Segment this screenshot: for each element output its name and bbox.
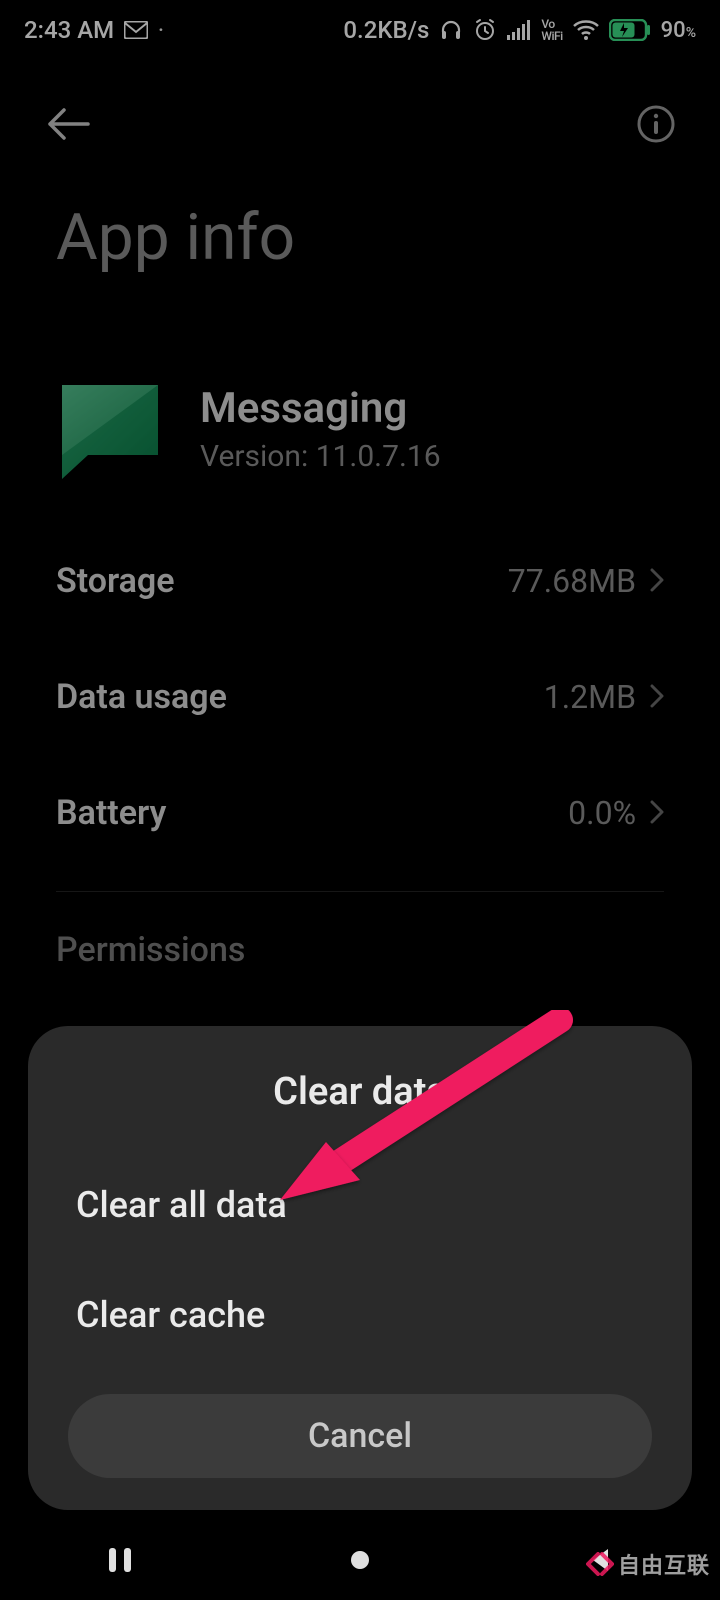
clear-data-dialog: Clear data Clear all data Clear cache Ca… — [28, 1026, 692, 1510]
clear-all-data-option[interactable]: Clear all data — [68, 1150, 652, 1260]
cancel-button[interactable]: Cancel — [68, 1394, 652, 1478]
watermark-text: 自由互联 — [618, 1548, 710, 1580]
dialog-title: Clear data — [68, 1070, 652, 1114]
clear-cache-option[interactable]: Clear cache — [68, 1260, 652, 1370]
watermark-icon — [586, 1552, 614, 1576]
recents-icon — [109, 1548, 131, 1572]
watermark: 自由互联 — [586, 1548, 710, 1580]
home-icon — [349, 1549, 371, 1571]
recents-button[interactable] — [60, 1535, 180, 1585]
home-button[interactable] — [300, 1535, 420, 1585]
